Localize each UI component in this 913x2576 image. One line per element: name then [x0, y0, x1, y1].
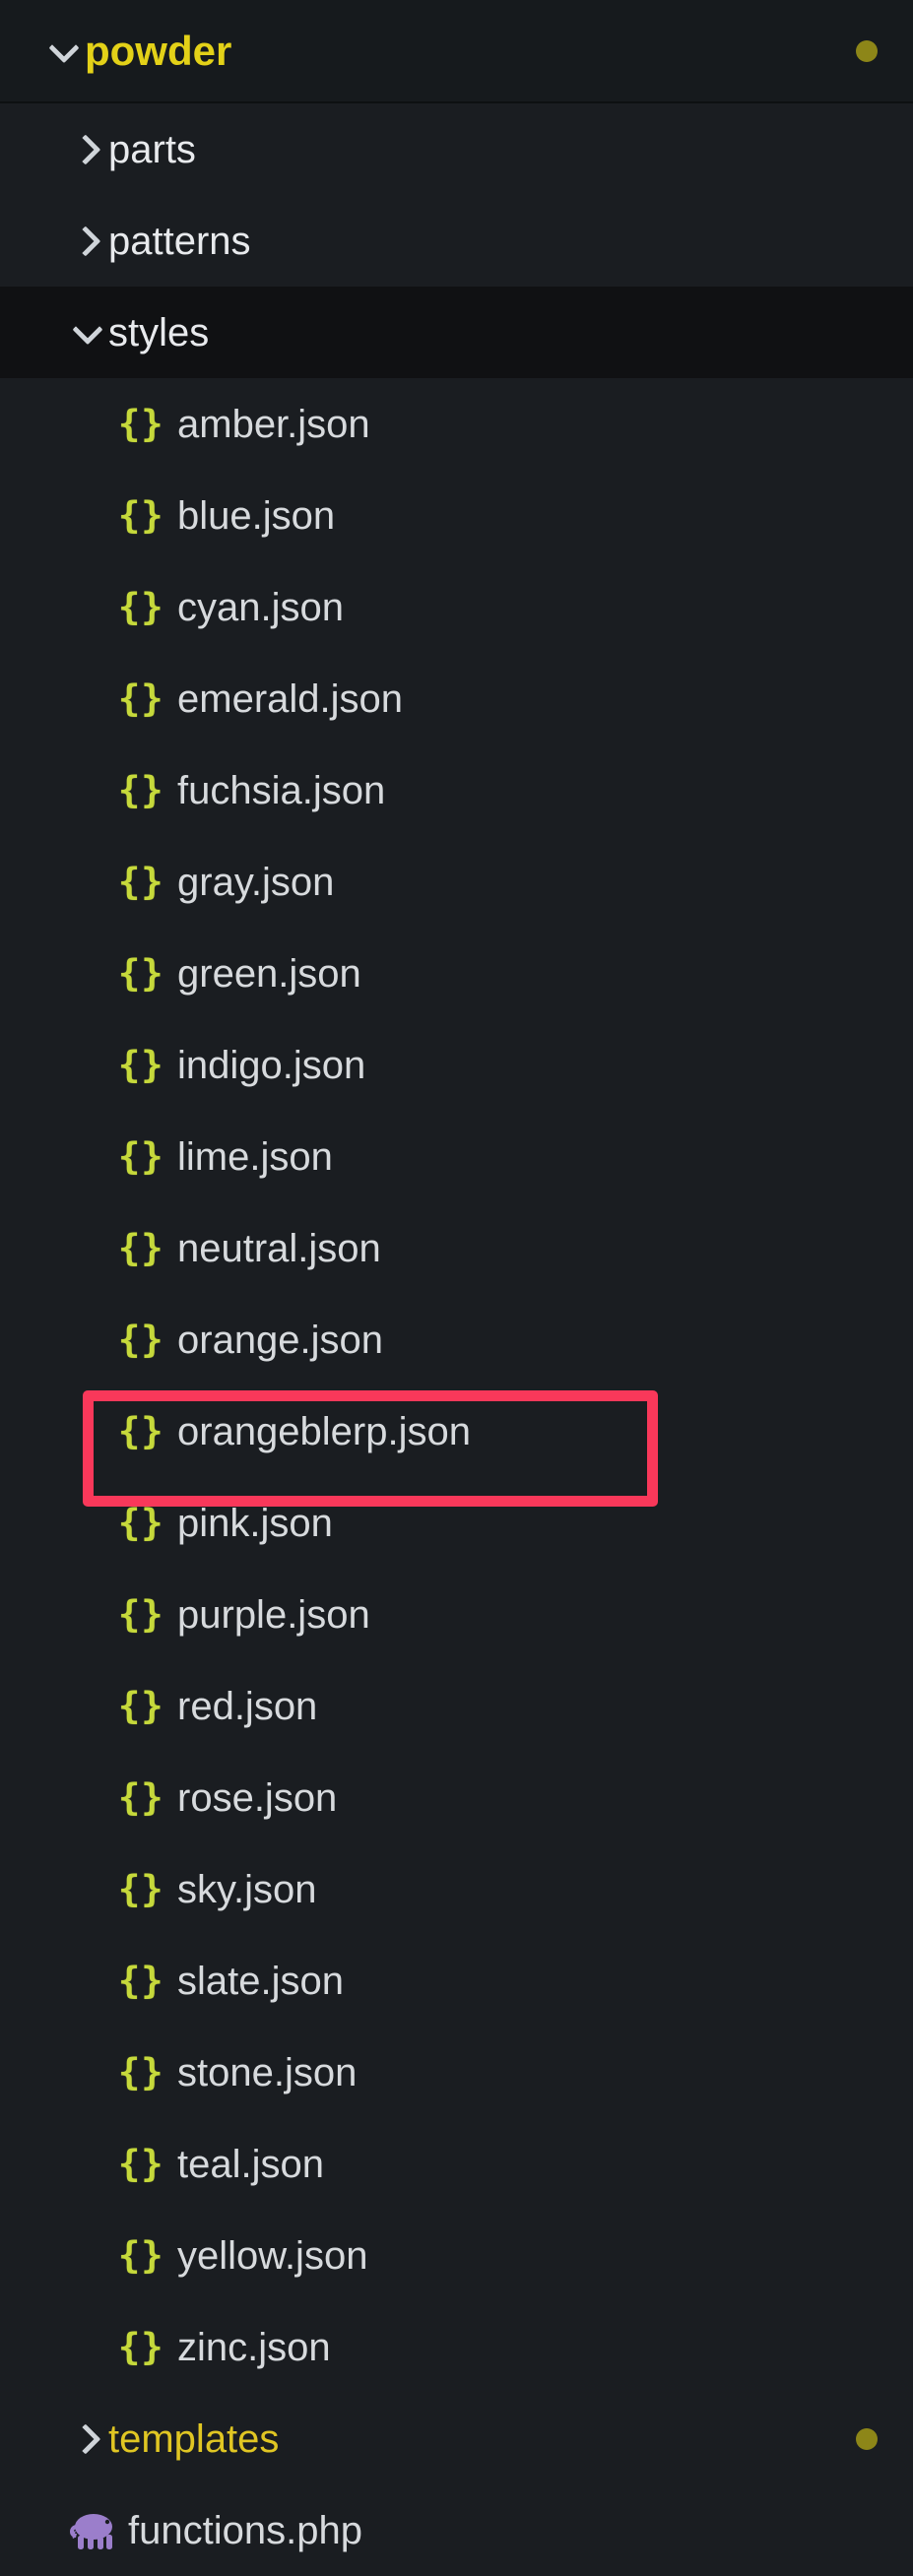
- chevron-down-icon[interactable]: [67, 312, 108, 354]
- tree-item-label: patterns: [108, 219, 251, 263]
- tree-item-label: styles: [108, 310, 210, 354]
- tree-item-functions-php[interactable]: functions.php: [0, 2484, 913, 2576]
- tree-item-label: pink.json: [177, 1501, 333, 1545]
- tree-item-gray-json[interactable]: {} gray.json: [0, 836, 913, 928]
- json-file-icon: {}: [118, 2234, 164, 2277]
- tree-item-stone-json[interactable]: {} stone.json: [0, 2027, 913, 2118]
- file-explorer-tree: powder parts patterns styles {} amber.json {} b…: [0, 0, 913, 2550]
- tree-item-rose-json[interactable]: {} rose.json: [0, 1752, 913, 1843]
- json-file-icon: {}: [118, 1593, 164, 1636]
- tree-item-label: functions.php: [128, 2508, 362, 2552]
- json-file-icon: {}: [118, 677, 164, 720]
- tree-item-label: amber.json: [177, 402, 370, 446]
- tree-item-templates[interactable]: templates: [0, 2393, 913, 2484]
- json-file-icon: {}: [118, 861, 164, 903]
- status-dot: [856, 2427, 878, 2450]
- tree-item-parts[interactable]: parts: [0, 103, 913, 195]
- tree-item-label: orangeblerp.json: [177, 1409, 471, 1453]
- tree-item-label: green.json: [177, 951, 361, 996]
- json-file-icon: {}: [118, 1502, 164, 1544]
- tree-item-sky-json[interactable]: {} sky.json: [0, 1843, 913, 1935]
- tree-item-neutral-json[interactable]: {} neutral.json: [0, 1202, 913, 1294]
- tree-item-label: templates: [108, 2416, 280, 2461]
- tree-item-slate-json[interactable]: {} slate.json: [0, 1935, 913, 2027]
- tree-item-label: indigo.json: [177, 1043, 366, 1087]
- tree-item-styles[interactable]: styles: [0, 287, 913, 378]
- tree-item-pink-json[interactable]: {} pink.json: [0, 1477, 913, 1569]
- json-file-icon: {}: [118, 1960, 164, 2002]
- tree-item-patterns[interactable]: patterns: [0, 195, 913, 287]
- tree-item-root-folder[interactable]: powder: [0, 0, 913, 103]
- tree-item-lime-json[interactable]: {} lime.json: [0, 1111, 913, 1202]
- tree-item-purple-json[interactable]: {} purple.json: [0, 1569, 913, 1660]
- tree-item-label: stone.json: [177, 2050, 358, 2094]
- tree-item-zinc-json[interactable]: {} zinc.json: [0, 2301, 913, 2393]
- tree-item-indigo-json[interactable]: {} indigo.json: [0, 1019, 913, 1111]
- tree-item-label: teal.json: [177, 2142, 324, 2186]
- json-file-icon: {}: [118, 1410, 164, 1452]
- tree-item-label: cyan.json: [177, 585, 344, 629]
- tree-item-fuchsia-json[interactable]: {} fuchsia.json: [0, 744, 913, 836]
- status-dot: [856, 39, 878, 62]
- tree-item-red-json[interactable]: {} red.json: [0, 1660, 913, 1752]
- tree-item-label: parts: [108, 127, 196, 171]
- tree-item-label: lime.json: [177, 1134, 333, 1179]
- json-file-icon: {}: [118, 586, 164, 628]
- json-file-icon: {}: [118, 1868, 164, 1910]
- tree-item-label: neutral.json: [177, 1226, 381, 1270]
- php-elephant-icon: [67, 2509, 126, 2552]
- tree-item-label: fuchsia.json: [177, 768, 386, 812]
- tree-item-label: red.json: [177, 1684, 318, 1728]
- tree-item-label: orange.json: [177, 1318, 384, 1362]
- tree-item-label: powder: [85, 27, 232, 74]
- tree-item-label: slate.json: [177, 1959, 344, 2003]
- tree-item-label: rose.json: [177, 1775, 338, 1820]
- tree-item-label: blue.json: [177, 493, 336, 538]
- json-file-icon: {}: [118, 2326, 164, 2368]
- tree-item-label: emerald.json: [177, 676, 404, 721]
- tree-item-blue-json[interactable]: {} blue.json: [0, 470, 913, 561]
- tree-item-label: gray.json: [177, 860, 335, 904]
- json-file-icon: {}: [118, 1135, 164, 1178]
- tree-item-label: sky.json: [177, 1867, 317, 1911]
- tree-item-yellow-json[interactable]: {} yellow.json: [0, 2210, 913, 2301]
- tree-item-teal-json[interactable]: {} teal.json: [0, 2118, 913, 2210]
- chevron-right-icon[interactable]: [67, 129, 108, 170]
- json-file-icon: {}: [118, 494, 164, 537]
- json-file-icon: {}: [118, 1044, 164, 1086]
- json-file-icon: {}: [118, 1685, 164, 1727]
- json-file-icon: {}: [118, 1227, 164, 1269]
- tree-item-label: yellow.json: [177, 2233, 368, 2278]
- tree-item-label: zinc.json: [177, 2325, 331, 2369]
- tree-item-orangeblerp-json[interactable]: {} orangeblerp.json: [0, 1385, 913, 1477]
- json-file-icon: {}: [118, 403, 164, 445]
- tree-item-green-json[interactable]: {} green.json: [0, 928, 913, 1019]
- tree-item-orange-json[interactable]: {} orange.json: [0, 1294, 913, 1385]
- json-file-icon: {}: [118, 2051, 164, 2093]
- json-file-icon: {}: [118, 952, 164, 995]
- tree-item-amber-json[interactable]: {} amber.json: [0, 378, 913, 470]
- tree-item-emerald-json[interactable]: {} emerald.json: [0, 653, 913, 744]
- chevron-down-icon[interactable]: [43, 31, 85, 72]
- tree-item-cyan-json[interactable]: {} cyan.json: [0, 561, 913, 653]
- chevron-right-icon[interactable]: [67, 221, 108, 262]
- chevron-right-icon[interactable]: [67, 2418, 108, 2460]
- json-file-icon: {}: [118, 2143, 164, 2185]
- json-file-icon: {}: [118, 1319, 164, 1361]
- tree-item-label: purple.json: [177, 1592, 370, 1637]
- json-file-icon: {}: [118, 1776, 164, 1819]
- json-file-icon: {}: [118, 769, 164, 811]
